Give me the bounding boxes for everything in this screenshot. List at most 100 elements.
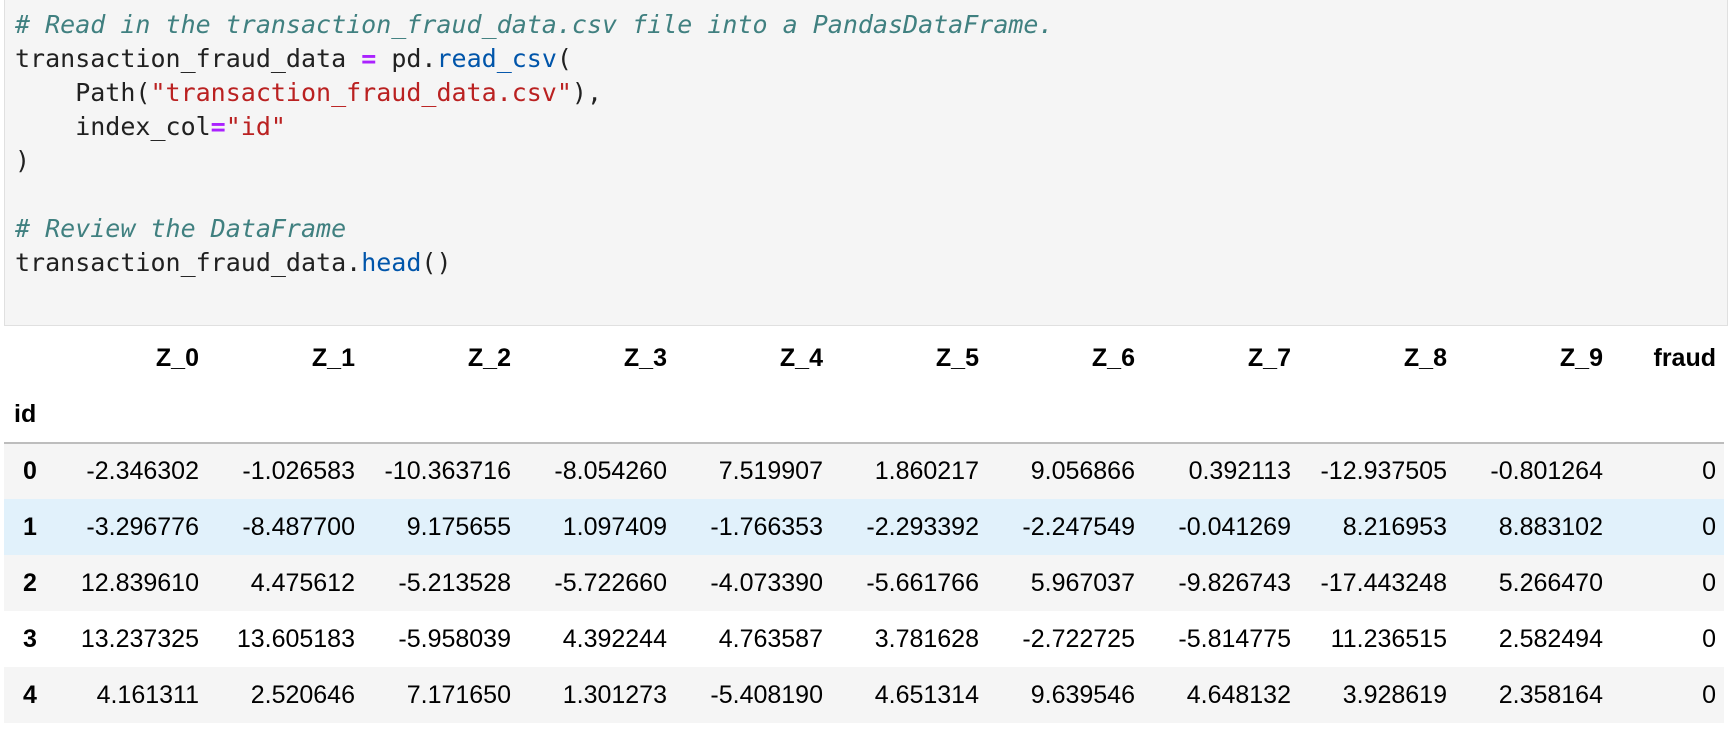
table-cell: -3.296776 xyxy=(86,512,199,541)
column-header: Z_7 xyxy=(1247,343,1291,372)
code-comment-review: # Review the DataFrame xyxy=(15,214,347,243)
table-cell: -4.073390 xyxy=(710,568,823,597)
table-row: 4 4.161311 2.520646 7.171650 1.301273 -5… xyxy=(4,667,1724,723)
corner-header xyxy=(4,330,56,386)
code-cell-input[interactable]: # Read in the transaction_fraud_data.csv… xyxy=(4,0,1728,326)
table-cell: -5.958039 xyxy=(398,624,511,653)
table-cell: 1.301273 xyxy=(562,680,667,709)
code-head-fn: head xyxy=(361,248,422,277)
code-index-col-kw: index_col xyxy=(15,112,211,141)
dataframe-table: Z_0 Z_1 Z_2 Z_3 Z_4 Z_5 Z_6 Z_7 Z_8 Z_9 … xyxy=(4,330,1724,723)
code-filename-string: "transaction_fraud_data.csv" xyxy=(150,78,572,107)
code-path-call: Path( xyxy=(15,78,151,107)
column-header: Z_8 xyxy=(1403,343,1447,372)
code-open-paren: ( xyxy=(556,44,572,73)
index-name-row: id xyxy=(4,386,1724,444)
table-cell: -2.722725 xyxy=(1022,624,1135,653)
column-header: Z_5 xyxy=(935,343,979,372)
table-cell: -12.937505 xyxy=(1320,457,1447,485)
table-cell: 4.161311 xyxy=(96,680,199,709)
table-cell: -17.443248 xyxy=(1320,568,1447,597)
column-header: Z_9 xyxy=(1559,343,1603,372)
table-cell: 9.175655 xyxy=(406,512,511,541)
table-cell: 4.651314 xyxy=(874,680,979,709)
code-head-paren: () xyxy=(421,248,452,277)
table-cell: 2.582494 xyxy=(1498,624,1603,653)
table-cell: 2.520646 xyxy=(250,680,355,709)
table-cell: 4.392244 xyxy=(562,624,667,653)
code-path-close: ), xyxy=(571,78,603,107)
table-cell: -5.661766 xyxy=(866,568,979,597)
column-header: fraud xyxy=(1653,343,1717,372)
column-header: Z_6 xyxy=(1091,343,1135,372)
table-cell: 13.605183 xyxy=(236,624,355,653)
column-header: Z_3 xyxy=(623,343,667,372)
code-editor[interactable]: # Read in the transaction_fraud_data.csv… xyxy=(15,8,1054,280)
row-index: 1 xyxy=(23,512,37,541)
table-cell: 9.056866 xyxy=(1030,457,1135,485)
row-index: 4 xyxy=(23,680,37,709)
code-kw-eq: = xyxy=(210,112,226,141)
table-cell: 4.763587 xyxy=(718,624,823,653)
column-header: Z_0 xyxy=(155,343,199,372)
table-cell: 7.519907 xyxy=(718,457,823,485)
table-cell: 0 xyxy=(1702,457,1716,485)
table-cell: 4.648132 xyxy=(1186,680,1291,709)
table-cell: 0 xyxy=(1702,512,1716,541)
table-cell: 3.781628 xyxy=(874,624,979,653)
table-row: 2 12.839610 4.475612 -5.213528 -5.722660… xyxy=(4,555,1724,611)
table-cell: 8.883102 xyxy=(1498,512,1603,541)
table-cell: 11.236515 xyxy=(1330,624,1447,653)
code-head-obj: transaction_fraud_data. xyxy=(15,248,362,277)
table-cell: -0.801264 xyxy=(1490,457,1603,485)
table-cell: -2.346302 xyxy=(86,457,199,485)
table-cell: 3.928619 xyxy=(1342,680,1447,709)
table-cell: 9.639546 xyxy=(1030,680,1135,709)
table-cell: -5.213528 xyxy=(398,568,511,597)
column-header: Z_1 xyxy=(311,343,355,372)
row-index: 0 xyxy=(23,457,37,485)
table-cell: 5.266470 xyxy=(1498,568,1603,597)
table-cell: -5.814775 xyxy=(1178,624,1291,653)
code-var: transaction_fraud_data xyxy=(15,44,347,73)
column-header: Z_2 xyxy=(467,343,511,372)
table-cell: -9.826743 xyxy=(1178,568,1291,597)
table-cell: -2.247549 xyxy=(1022,512,1135,541)
table-cell: -5.408190 xyxy=(710,680,823,709)
table-cell: 0 xyxy=(1702,568,1716,597)
table-cell: 1.097409 xyxy=(562,512,667,541)
table-cell: 8.216953 xyxy=(1342,512,1447,541)
code-close-paren: ) xyxy=(15,146,31,175)
table-cell: 1.860217 xyxy=(874,457,979,485)
code-read-csv-fn: read_csv xyxy=(436,44,557,73)
code-comment-read: # Read in the transaction_fraud_data.csv… xyxy=(15,10,1054,39)
table-cell: -8.054260 xyxy=(554,457,667,485)
table-cell: -2.293392 xyxy=(866,512,979,541)
table-cell: 0 xyxy=(1702,680,1716,709)
table-row: 0 -2.346302 -1.026583 -10.363716 -8.0542… xyxy=(4,443,1724,499)
table-cell: 5.967037 xyxy=(1030,568,1135,597)
row-index: 2 xyxy=(23,568,37,597)
column-header-row: Z_0 Z_1 Z_2 Z_3 Z_4 Z_5 Z_6 Z_7 Z_8 Z_9 … xyxy=(4,330,1724,386)
table-cell: -10.363716 xyxy=(384,457,511,485)
table-cell: -0.041269 xyxy=(1178,512,1291,541)
table-cell: -1.766353 xyxy=(710,512,823,541)
table-cell: 13.237325 xyxy=(80,624,199,653)
table-cell: 0.392113 xyxy=(1188,457,1291,485)
code-id-string: "id" xyxy=(225,112,286,141)
table-cell: -8.487700 xyxy=(242,512,355,541)
table-row: 3 13.237325 13.605183 -5.958039 4.392244… xyxy=(4,611,1724,667)
table-cell: -5.722660 xyxy=(554,568,667,597)
code-pd: pd. xyxy=(376,44,437,73)
code-assign-op: = xyxy=(361,44,377,73)
row-index: 3 xyxy=(23,624,37,653)
column-header: Z_4 xyxy=(779,343,823,372)
table-cell: 12.839610 xyxy=(80,568,199,597)
table-cell: 7.171650 xyxy=(406,680,511,709)
table-cell: -1.026583 xyxy=(242,457,355,485)
table-cell: 2.358164 xyxy=(1498,680,1603,709)
table-cell: 0 xyxy=(1702,624,1716,653)
table-cell: 4.475612 xyxy=(250,568,355,597)
table-row: 1 -3.296776 -8.487700 9.175655 1.097409 … xyxy=(4,499,1724,555)
cell-output: Z_0 Z_1 Z_2 Z_3 Z_4 Z_5 Z_6 Z_7 Z_8 Z_9 … xyxy=(0,330,1730,732)
